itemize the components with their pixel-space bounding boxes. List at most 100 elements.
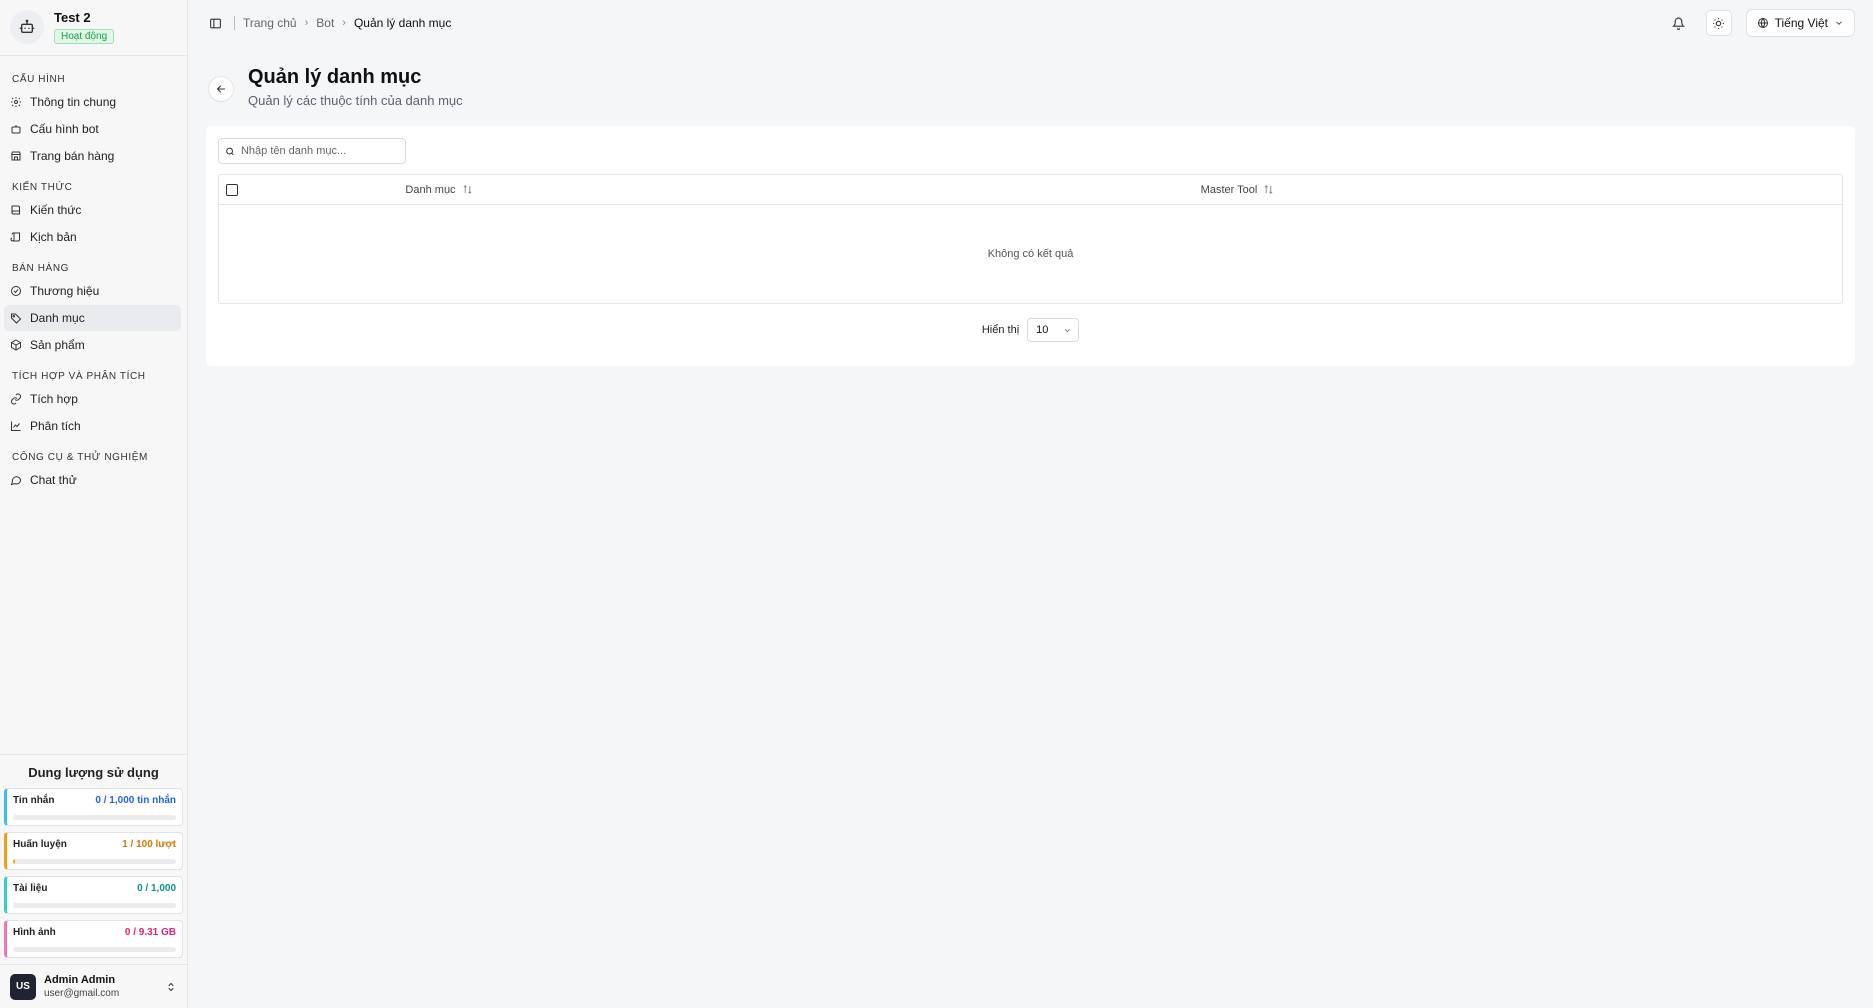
- sidebar-item-bot-config[interactable]: Cấu hình bot: [4, 116, 181, 142]
- language-label: Tiếng Việt: [1774, 16, 1828, 30]
- breadcrumb-home-link[interactable]: Trang chủ: [243, 16, 297, 30]
- search-input[interactable]: [240, 145, 399, 157]
- column-header-master-tool[interactable]: Master Tool: [633, 184, 1842, 196]
- column-label: Danh mục: [405, 183, 456, 196]
- category-table: Danh mục Master Tool Không có kết quả: [218, 174, 1843, 304]
- page-size-select[interactable]: 10: [1027, 318, 1080, 342]
- usage-card-documents: Tài liệu 0 / 1,000: [4, 876, 183, 914]
- arrow-left-icon: [216, 85, 226, 93]
- language-select[interactable]: Tiếng Việt: [1745, 9, 1855, 37]
- main-area: Trang chủ › Bot › Quản lý danh mục Tiếng…: [188, 0, 1873, 1008]
- sidebar-item-category[interactable]: Danh mục: [4, 305, 181, 331]
- usage-title: Dung lượng sử dụng: [28, 765, 159, 780]
- sidebar-item-label: Thương hiệu: [30, 284, 100, 298]
- table-header: Danh mục Master Tool: [219, 175, 1842, 205]
- content: Quản lý danh mục Quản lý các thuộc tính …: [188, 46, 1873, 366]
- usage-panel: Dung lượng sử dụng Tin nhắn 0 / 1,000 ti…: [0, 754, 187, 964]
- sidebar-item-analytics[interactable]: Phân tích: [4, 413, 181, 439]
- topbar: Trang chủ › Bot › Quản lý danh mục Tiếng…: [188, 0, 1873, 46]
- script-icon: [10, 232, 20, 242]
- usage-progress-bar: [13, 815, 176, 820]
- page-title: Quản lý danh mục: [248, 66, 422, 88]
- sidebar-item-label: Trang bán hàng: [30, 149, 115, 163]
- breadcrumb-current: Quản lý danh mục: [353, 16, 452, 30]
- breadcrumb-divider: [234, 16, 235, 30]
- nav-section-title: KIẾN THỨC: [12, 182, 73, 193]
- pagination: Hiển thị 10: [218, 318, 1843, 342]
- nav-section-title: CÔNG CỤ & THỬ NGHIỆM: [12, 452, 148, 463]
- nav-section-title: BÁN HÀNG: [12, 263, 70, 274]
- breadcrumb-bot-link[interactable]: Bot: [316, 16, 334, 30]
- sidebar: Test 2 Hoạt động CẤU HÌNH Thông tin chun…: [0, 0, 188, 1008]
- tag-icon: [11, 313, 22, 324]
- sidebar-item-label: Kiến thức: [30, 203, 82, 217]
- search-box: [218, 138, 406, 164]
- back-button[interactable]: [208, 76, 234, 102]
- sidebar-item-label: Kịch bản: [30, 230, 77, 244]
- bell-icon: [1672, 17, 1686, 30]
- bot-config-icon: [11, 125, 21, 134]
- theme-toggle-button[interactable]: [1705, 10, 1732, 36]
- chart-icon: [11, 421, 21, 431]
- usage-label: Tài liệu: [13, 883, 48, 894]
- column-header-category[interactable]: Danh mục: [245, 184, 633, 196]
- column-label: Master Tool: [1200, 183, 1258, 196]
- breadcrumb: Trang chủ › Bot › Quản lý danh mục: [206, 14, 451, 32]
- sidebar-item-label: Phân tích: [30, 419, 81, 433]
- select-all-cell: [219, 183, 245, 196]
- sidebar-item-label: Sản phẩm: [30, 338, 85, 352]
- chevron-up-down-icon: [168, 982, 174, 991]
- sidebar-item-sales-page[interactable]: Trang bán hàng: [4, 143, 181, 169]
- sidebar-item-script[interactable]: Kịch bản: [4, 224, 181, 250]
- usage-label: Huấn luyện: [13, 839, 67, 850]
- book-icon: [11, 205, 20, 215]
- usage-progress-bar: [13, 947, 176, 952]
- sidebar-item-label: Thông tin chung: [30, 95, 117, 109]
- chat-icon: [10, 476, 22, 486]
- top-actions: Tiếng Việt: [1666, 9, 1855, 37]
- bot-name: Test 2: [54, 9, 91, 25]
- sidebar-toggle-button[interactable]: [206, 14, 224, 32]
- chevron-down-icon: [1065, 328, 1071, 332]
- usage-card-images: Hình ảnh 0 / 9.31 GB: [4, 920, 183, 958]
- nav-section-title: CẤU HÌNH: [12, 74, 66, 85]
- sidebar-item-general-info[interactable]: Thông tin chung: [4, 89, 181, 115]
- chevron-down-icon: [1836, 21, 1842, 25]
- globe-icon: [1757, 18, 1768, 28]
- sidebar-item-product[interactable]: Sản phẩm: [4, 332, 181, 358]
- sidebar-item-label: Chat thử: [30, 473, 77, 487]
- notifications-button[interactable]: [1666, 10, 1692, 36]
- app-root: Test 2 Hoạt động CẤU HÌNH Thông tin chun…: [0, 0, 1873, 1008]
- sidebar-item-integration[interactable]: Tích hợp: [4, 386, 181, 412]
- sort-icon: [463, 185, 472, 194]
- page-subtitle: Quản lý các thuộc tính của danh mục: [248, 93, 463, 108]
- package-icon: [11, 339, 21, 351]
- category-card: Danh mục Master Tool Không có kết quả Hi…: [206, 126, 1855, 366]
- sidebar-nav: CẤU HÌNH Thông tin chung Cấu hình bot Tr…: [0, 56, 187, 754]
- bot-header[interactable]: Test 2 Hoạt động: [0, 0, 187, 56]
- usage-progress-bar: [13, 903, 176, 908]
- usage-card-messages: Tin nhắn 0 / 1,000 tin nhắn: [4, 788, 183, 826]
- usage-value: 0 / 1,000 tin nhắn: [95, 795, 176, 806]
- select-all-checkbox[interactable]: [226, 183, 238, 196]
- sidebar-item-test-chat[interactable]: Chat thử: [4, 467, 181, 493]
- sidebar-item-label: Cấu hình bot: [30, 122, 99, 136]
- sidebar-item-knowledge[interactable]: Kiến thức: [4, 197, 181, 223]
- sidebar-item-label: Tích hợp: [30, 392, 78, 406]
- usage-value: 0 / 1,000: [137, 883, 176, 894]
- page-size-value: 10: [1036, 324, 1049, 336]
- usage-progress-fill: [13, 859, 15, 864]
- bot-icon: [10, 9, 44, 44]
- nav-section-title: TÍCH HỢP VÀ PHÂN TÍCH: [12, 371, 146, 382]
- usage-label: Tin nhắn: [13, 795, 55, 806]
- user-menu[interactable]: US Admin Admin user@gmail.com: [0, 964, 187, 1008]
- sort-icon: [1264, 185, 1273, 194]
- user-name: Admin Admin: [44, 973, 116, 986]
- usage-value: 0 / 9.31 GB: [124, 927, 176, 938]
- user-email: user@gmail.com: [44, 987, 120, 999]
- avatar: US: [10, 973, 36, 1000]
- sidebar-item-brand[interactable]: Thương hiệu: [4, 278, 181, 304]
- usage-progress-bar: [13, 859, 176, 864]
- link-icon: [11, 393, 21, 405]
- gear-icon: [11, 97, 21, 107]
